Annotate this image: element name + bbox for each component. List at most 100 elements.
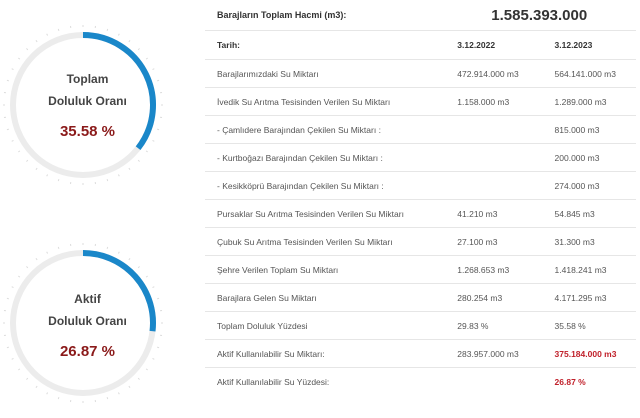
row-value-2023: 564.141.000 m3 bbox=[542, 59, 636, 88]
row-value-2022 bbox=[445, 115, 543, 144]
row-label: Aktif Kullanılabilir Su Miktarı: bbox=[205, 339, 446, 368]
row-value-2022: 27.100 m3 bbox=[445, 227, 543, 256]
gauge-tick bbox=[35, 385, 38, 389]
table-row: Aktif Kullanılabilir Su Miktarı: 283.957… bbox=[205, 339, 636, 368]
gauge-tick bbox=[17, 275, 21, 278]
table-row: Toplam Doluluk Yüzdesi 29.83 % 35.58 % bbox=[205, 311, 636, 340]
row-label: Aktif Kullanılabilir Su Yüzdesi: bbox=[217, 376, 330, 387]
gauge-tick bbox=[128, 257, 131, 261]
gauge-tick bbox=[137, 266, 140, 269]
row-value-2022: 41.210 m3 bbox=[445, 199, 543, 228]
gauge-tick bbox=[128, 167, 131, 171]
row-value-2023: 1.418.241 m3 bbox=[542, 255, 636, 284]
gauge-tick bbox=[137, 48, 140, 51]
row-label: Barajlara Gelen Su Miktarı bbox=[205, 283, 446, 312]
row-value-2023: 31.300 m3 bbox=[542, 227, 636, 256]
row-value-2023-highlight: 26.87 % bbox=[554, 376, 586, 387]
gauge-tick bbox=[106, 179, 109, 182]
gauge-tick bbox=[117, 251, 120, 254]
gauge-tick bbox=[137, 377, 140, 380]
gauge-tick bbox=[128, 385, 131, 389]
gauge-tick bbox=[35, 39, 38, 43]
gauge-tick bbox=[128, 39, 131, 43]
gauge-tick bbox=[11, 139, 14, 142]
row-value-2022 bbox=[445, 368, 542, 396]
gauge-tick bbox=[26, 377, 29, 380]
gauge-tick bbox=[46, 392, 49, 395]
gauge-tick bbox=[106, 246, 109, 249]
row-value-2022: 283.957.000 m3 bbox=[445, 339, 543, 368]
gauge-label-line1: Aktif bbox=[74, 292, 101, 306]
gauge-tick bbox=[145, 57, 149, 60]
gauge-tick bbox=[137, 159, 140, 162]
row-label: - Çamlıdere Barajından Çekilen Su Miktar… bbox=[205, 115, 446, 144]
row-value-2023: 54.845 m3 bbox=[542, 199, 636, 228]
gauge-tick bbox=[145, 150, 149, 153]
gauge-tick bbox=[106, 397, 109, 400]
row-value-2022: 29.83 % bbox=[445, 311, 543, 340]
gauge-tick bbox=[106, 28, 109, 31]
table-row: Pursaklar Su Arıtma Tesisinden Verilen S… bbox=[205, 199, 636, 228]
row-label: - Kesikköprü Barajından Çekilen Su Mikta… bbox=[205, 171, 446, 200]
active-fill-gauge: Aktif Doluluk Oranı 26.87 % bbox=[0, 240, 205, 410]
row-value-2022 bbox=[445, 171, 543, 200]
gauge-tick bbox=[35, 257, 38, 261]
row-value-2022: 1.268.653 m3 bbox=[445, 255, 543, 284]
gauge-tick bbox=[46, 33, 49, 36]
table-date-row: Tarih: 3.12.2022 3.12.2023 bbox=[205, 30, 636, 60]
gauge-tick bbox=[17, 57, 21, 60]
gauge-tick bbox=[57, 397, 60, 400]
gauge-tick bbox=[26, 266, 29, 269]
gauge-label: Aktif Doluluk Oranı bbox=[0, 288, 175, 332]
table-row: Aktif Kullanılabilir Su Yüzdesi: 26.87 % bbox=[205, 368, 636, 396]
total-volume-value: 1.585.393.000 bbox=[445, 0, 636, 31]
row-value-2022 bbox=[445, 143, 543, 172]
row-label: Şehre Verilen Toplam Su Miktarı bbox=[205, 255, 446, 284]
date-column-1: 3.12.2022 bbox=[445, 30, 543, 60]
date-label: Tarih: bbox=[205, 30, 446, 60]
date-column-2: 3.12.2023 bbox=[542, 30, 636, 60]
row-value-2023: 815.000 m3 bbox=[542, 115, 636, 144]
row-label: Toplam Doluluk Yüzdesi bbox=[205, 311, 446, 340]
gauge-value: 35.58 % bbox=[59, 123, 116, 140]
table-row: İvedik Su Arıtma Tesisinden Verilen Su M… bbox=[205, 87, 636, 116]
total-volume-label: Barajların Toplam Hacmi (m3): bbox=[205, 0, 446, 31]
gauge-tick bbox=[117, 174, 120, 177]
gauge-tick bbox=[145, 275, 149, 278]
row-label: İvedik Su Arıtma Tesisinden Verilen Su M… bbox=[205, 87, 446, 116]
row-value-2023: 35.58 % bbox=[542, 311, 636, 340]
gauge-tick bbox=[26, 159, 29, 162]
gauge-value: 26.87 % bbox=[59, 343, 116, 360]
gauge-column: Toplam Doluluk Oranı 35.58 % Aktif Dolul… bbox=[0, 0, 205, 418]
gauge-label-line2: Doluluk Oranı bbox=[48, 94, 127, 108]
row-value-2022: 472.914.000 m3 bbox=[445, 59, 543, 88]
row-value-2023-highlight: 375.184.000 m3 bbox=[542, 339, 636, 368]
gauge-tick bbox=[17, 150, 21, 153]
gauge-label-line2: Doluluk Oranı bbox=[48, 314, 127, 328]
row-label: - Kurtboğazı Barajından Çekilen Su Mikta… bbox=[205, 143, 446, 172]
gauge-tick bbox=[117, 392, 120, 395]
table-row: - Kurtboğazı Barajından Çekilen Su Mikta… bbox=[205, 143, 636, 172]
gauge-tick bbox=[117, 33, 120, 36]
gauge-tick bbox=[57, 28, 60, 31]
gauge-tick bbox=[46, 251, 49, 254]
gauge-tick bbox=[46, 174, 49, 177]
row-label: Pursaklar Su Arıtma Tesisinden Verilen S… bbox=[205, 199, 446, 228]
table-row: Barajlarımızdaki Su Miktarı 472.914.000 … bbox=[205, 59, 636, 88]
table-row: - Kesikköprü Barajından Çekilen Su Mikta… bbox=[205, 171, 636, 200]
table-row: - Çamlıdere Barajından Çekilen Su Miktar… bbox=[205, 115, 636, 144]
row-value-2023: 274.000 m3 bbox=[542, 171, 636, 200]
gauge-tick bbox=[57, 179, 60, 182]
gauge-label-line1: Toplam bbox=[66, 72, 109, 86]
table-row: Şehre Verilen Toplam Su Miktarı 1.268.65… bbox=[205, 255, 636, 284]
table-row: Barajlara Gelen Su Miktarı 280.254 m3 4.… bbox=[205, 283, 636, 312]
total-fill-gauge: Toplam Doluluk Oranı 35.58 % bbox=[0, 22, 205, 192]
gauge-tick bbox=[17, 368, 21, 371]
gauge-tick bbox=[152, 139, 155, 142]
row-label: Barajlarımızdaki Su Miktarı bbox=[205, 59, 446, 88]
row-value-2022: 280.254 m3 bbox=[445, 283, 543, 312]
gauge-tick bbox=[35, 167, 38, 171]
row-value-2022: 1.158.000 m3 bbox=[445, 87, 543, 116]
reservoir-data-table: Barajların Toplam Hacmi (m3): 1.585.393.… bbox=[205, 0, 636, 395]
table-header-row: Barajların Toplam Hacmi (m3): 1.585.393.… bbox=[205, 0, 636, 31]
